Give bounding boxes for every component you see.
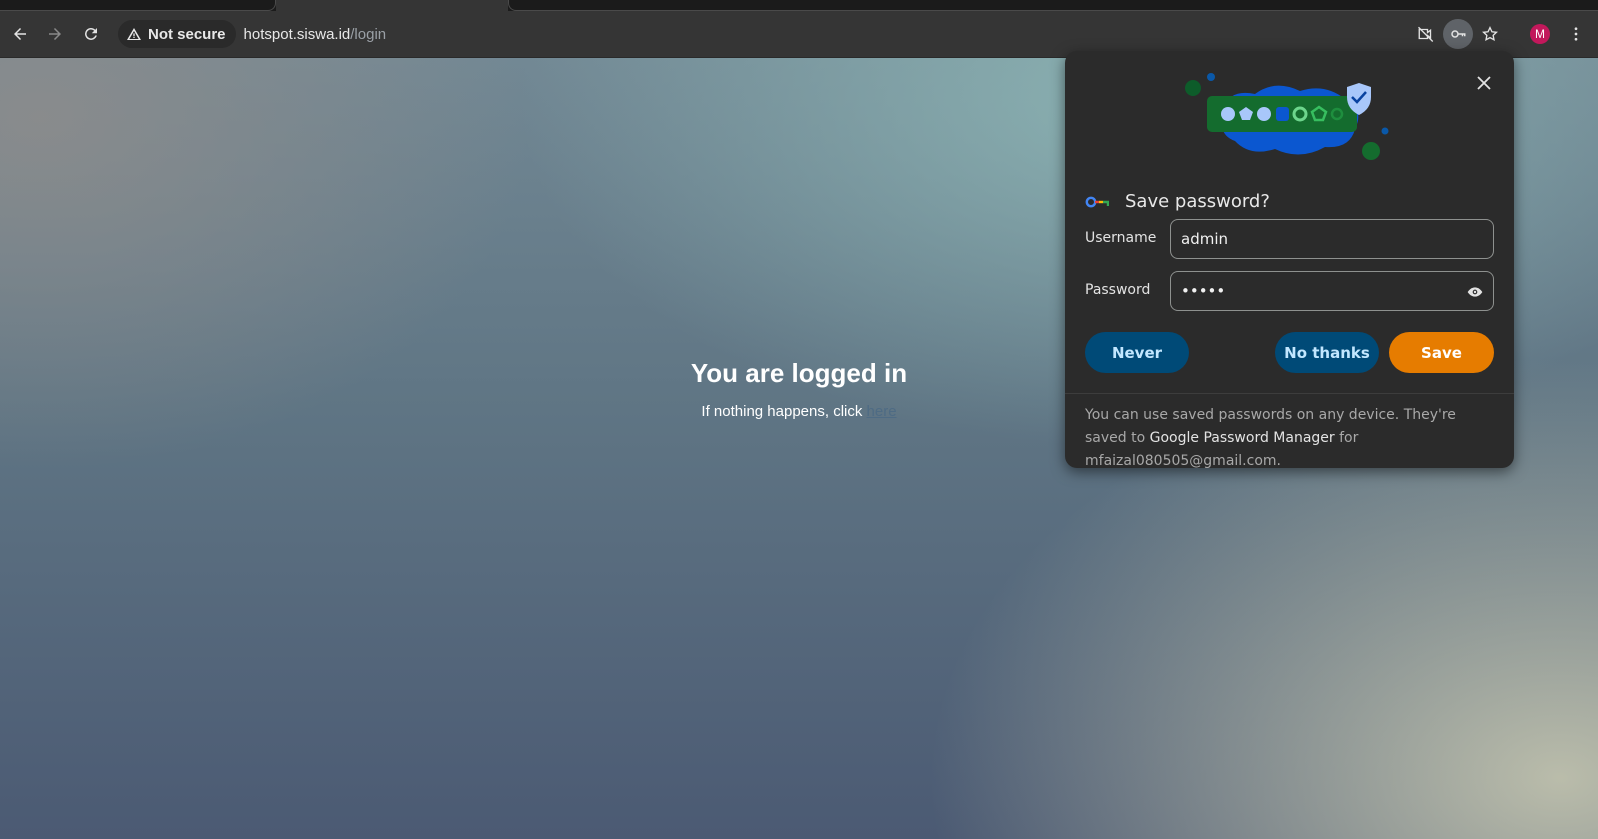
save-button[interactable]: Save: [1389, 332, 1494, 373]
tab-inactive-right[interactable]: [508, 0, 1598, 11]
show-password-button[interactable]: [1465, 282, 1485, 302]
close-icon: [1477, 76, 1491, 90]
reload-button[interactable]: [76, 19, 106, 49]
security-label: Not secure: [148, 25, 226, 43]
bubble-footer: You can use saved passwords on any devic…: [1085, 404, 1500, 473]
username-value: admin: [1181, 230, 1228, 248]
username-label: Username: [1085, 230, 1157, 246]
username-field[interactable]: admin: [1170, 219, 1494, 259]
tab-strip: [0, 0, 1598, 11]
url-host: hotspot.siswa.id: [243, 25, 351, 43]
here-link[interactable]: here: [867, 403, 897, 420]
url-path: /login: [350, 25, 387, 43]
warning-icon: [127, 28, 141, 40]
password-illustration: [1185, 73, 1389, 160]
bubble-header: Save password?: [1085, 191, 1270, 212]
url-text[interactable]: hotspot.siswa.id/login: [244, 26, 387, 43]
no-thanks-button[interactable]: No thanks: [1275, 332, 1379, 373]
profile-button[interactable]: M: [1525, 19, 1555, 49]
subtitle-text: If nothing happens, click: [701, 403, 867, 420]
forward-button[interactable]: [40, 19, 70, 49]
save-password-bubble: Save password? Username admin Password •…: [1065, 51, 1514, 469]
menu-button[interactable]: [1561, 19, 1591, 49]
security-chip[interactable]: Not secure: [118, 20, 236, 48]
password-manager-link[interactable]: Google Password Manager: [1150, 430, 1335, 446]
never-button[interactable]: Never: [1085, 332, 1189, 373]
reload-icon: [85, 27, 97, 40]
bubble-title: Save password?: [1125, 191, 1270, 212]
camera-blocked-button[interactable]: [1411, 19, 1441, 49]
more-vert-icon: [1574, 27, 1578, 41]
password-value: •••••: [1181, 282, 1226, 300]
eye-icon: [1467, 287, 1483, 297]
key-icon: [1451, 30, 1466, 38]
back-arrow-icon: [14, 28, 26, 40]
divider: [1065, 393, 1514, 394]
forward-arrow-icon: [49, 28, 61, 40]
google-key-icon: [1085, 196, 1109, 207]
star-icon: [1482, 26, 1498, 42]
avatar: M: [1530, 24, 1550, 44]
close-button[interactable]: [1472, 71, 1496, 95]
omnibox[interactable]: Not secure hotspot.siswa.id/login: [118, 17, 1418, 51]
tab-inactive-left[interactable]: [0, 0, 276, 11]
bookmark-button[interactable]: [1475, 19, 1505, 49]
back-button[interactable]: [5, 19, 35, 49]
camera-off-icon: [1418, 26, 1434, 42]
password-field[interactable]: •••••: [1170, 271, 1494, 311]
password-manager-button[interactable]: [1443, 19, 1473, 49]
tab-active[interactable]: [276, 0, 508, 11]
password-label: Password: [1085, 282, 1151, 298]
